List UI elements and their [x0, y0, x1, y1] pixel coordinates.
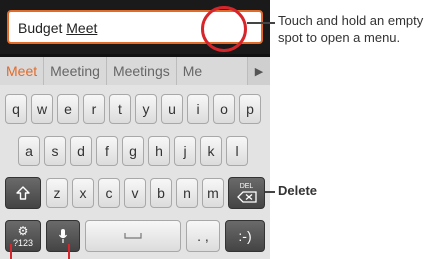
composing-word: Meet: [66, 20, 98, 36]
delete-leader-line: [265, 191, 275, 193]
shift-key[interactable]: [5, 177, 41, 209]
more-suggestions-button[interactable]: ▶: [248, 57, 270, 85]
key-m[interactable]: m: [202, 178, 224, 208]
key-k[interactable]: k: [200, 136, 222, 166]
key-u[interactable]: u: [161, 94, 183, 124]
space-bar-icon: [124, 233, 142, 239]
space-key[interactable]: [85, 220, 181, 252]
key-j[interactable]: j: [174, 136, 196, 166]
key-v[interactable]: v: [124, 178, 146, 208]
symbols-key-label: ?123: [12, 237, 34, 248]
key-s[interactable]: s: [44, 136, 66, 166]
delete-key[interactable]: DEL: [228, 177, 265, 209]
key-x[interactable]: x: [72, 178, 94, 208]
suggestion-item[interactable]: Me: [177, 57, 248, 85]
key-c[interactable]: c: [98, 178, 120, 208]
text-input-value: Budget Meet: [18, 20, 97, 36]
gear-icon: ⚙: [17, 223, 29, 238]
key-d[interactable]: d: [70, 136, 92, 166]
key-p[interactable]: p: [239, 94, 261, 124]
key-n[interactable]: n: [176, 178, 198, 208]
shift-arrow-icon: [16, 186, 30, 200]
delete-key-label: DEL: [239, 183, 254, 190]
key-b[interactable]: b: [150, 178, 172, 208]
touch-hold-callout: Touch and hold an empty spot to open a m…: [278, 13, 424, 45]
voice-input-key[interactable]: [46, 220, 80, 252]
callout-marker-left: [10, 244, 12, 259]
onscreen-keyboard: q w e r t y u i o p a s d f g h j k l z …: [0, 85, 270, 259]
typed-text: Budget: [18, 20, 67, 36]
suggestion-strip: Meet Meeting Meetings Me ▶: [0, 57, 270, 85]
key-y[interactable]: y: [135, 94, 157, 124]
key-w[interactable]: w: [31, 94, 53, 124]
emoticon-key[interactable]: :-): [225, 220, 265, 252]
key-a[interactable]: a: [18, 136, 40, 166]
triangle-right-icon: ▶: [254, 65, 264, 78]
key-l[interactable]: l: [226, 136, 248, 166]
suggestion-item[interactable]: Meeting: [44, 57, 107, 85]
key-r[interactable]: r: [83, 94, 105, 124]
key-i[interactable]: i: [187, 94, 209, 124]
callout-marker-right: [68, 244, 70, 259]
backspace-icon: [236, 191, 257, 203]
key-q[interactable]: q: [5, 94, 27, 124]
suggestion-item[interactable]: Meetings: [107, 57, 177, 85]
key-h[interactable]: h: [148, 136, 170, 166]
suggestion-item[interactable]: Meet: [0, 57, 45, 85]
key-t[interactable]: t: [109, 94, 131, 124]
key-z[interactable]: z: [46, 178, 68, 208]
highlight-circle: [201, 6, 247, 52]
callout-leader-line: [247, 22, 275, 24]
period-comma-key[interactable]: . ,: [186, 220, 220, 252]
key-e[interactable]: e: [57, 94, 79, 124]
delete-callout: Delete: [278, 183, 318, 198]
microphone-icon: [59, 229, 67, 243]
key-g[interactable]: g: [122, 136, 144, 166]
key-f[interactable]: f: [96, 136, 118, 166]
key-o[interactable]: o: [213, 94, 235, 124]
